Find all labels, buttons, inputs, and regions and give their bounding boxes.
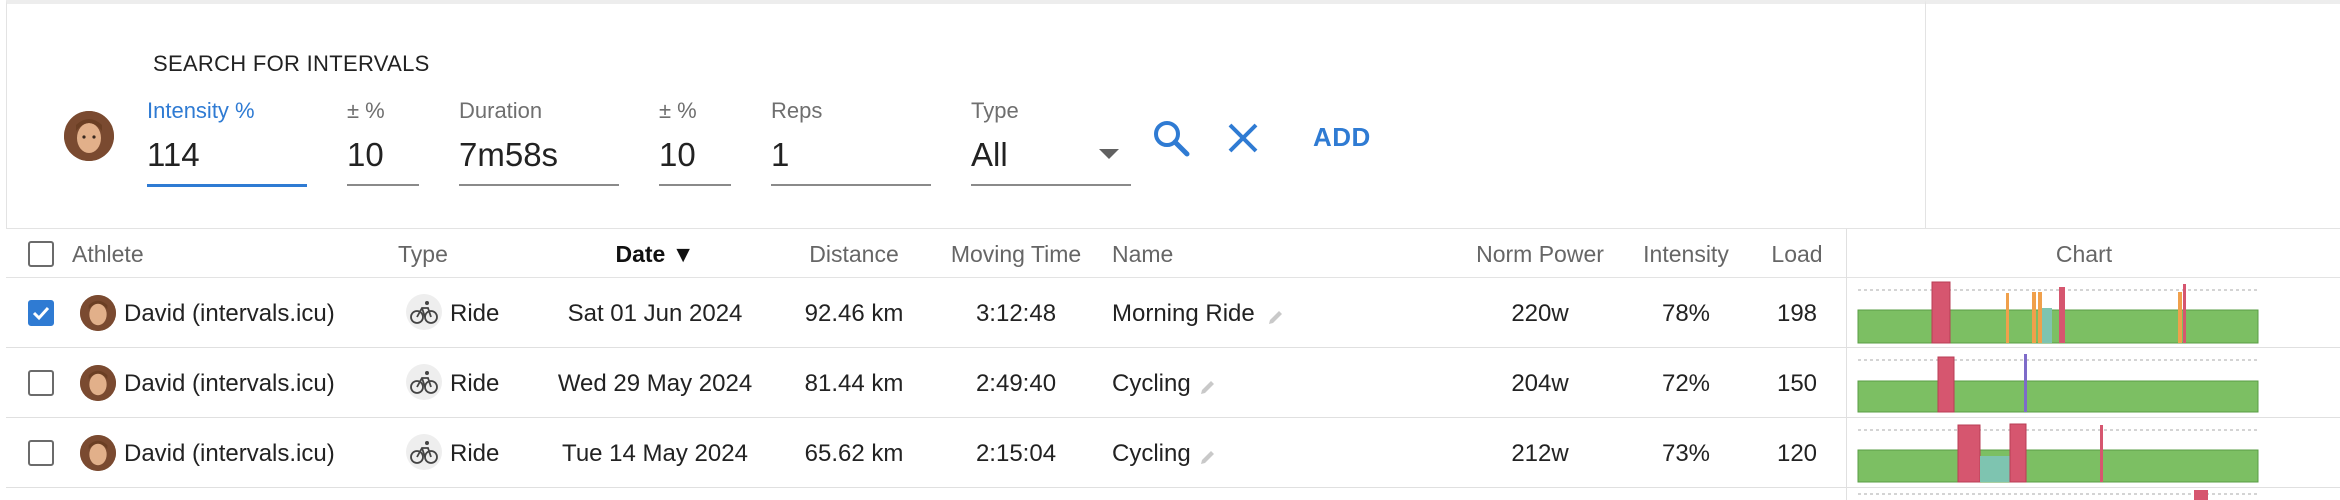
interval-chart[interactable] bbox=[1856, 418, 2276, 488]
activity-name[interactable]: Cycling bbox=[1112, 440, 1191, 468]
col-norm-power[interactable]: Norm Power bbox=[1476, 241, 1604, 268]
norm-power: 204w bbox=[1511, 370, 1569, 397]
bike-icon bbox=[406, 364, 442, 400]
norm-power: 220w bbox=[1511, 300, 1569, 327]
athlete-avatar bbox=[80, 365, 116, 401]
intervals-page: SEARCH FOR INTERVALS Intensity % 114 ± %… bbox=[0, 0, 2340, 500]
table-row[interactable]: David (intervals.icu) Ride Sat 01 Jun 20… bbox=[6, 278, 2340, 348]
athlete-avatar bbox=[80, 295, 116, 331]
activity-moving-time: 2:49:40 bbox=[975, 370, 1057, 397]
pencil-icon[interactable] bbox=[1198, 447, 1218, 467]
load: 120 bbox=[1776, 440, 1818, 467]
athlete-name[interactable]: David (intervals.icu) bbox=[124, 300, 335, 328]
table-row[interactable]: David (intervals.icu) Ride Tue 14 May 20… bbox=[6, 418, 2340, 488]
pencil-icon[interactable] bbox=[1266, 307, 1286, 327]
activity-name[interactable]: Cycling bbox=[1112, 370, 1191, 398]
athlete-avatar[interactable] bbox=[64, 111, 114, 161]
chevron-down-icon bbox=[1099, 149, 1119, 159]
pencil-icon[interactable] bbox=[1198, 377, 1218, 397]
col-load[interactable]: Load bbox=[1771, 241, 1822, 268]
load: 198 bbox=[1776, 300, 1818, 327]
interval-chart[interactable] bbox=[1856, 278, 2276, 348]
activity-moving-time: 2:15:04 bbox=[975, 440, 1057, 467]
intensity-field[interactable]: Intensity % 114 bbox=[147, 98, 307, 187]
col-type[interactable]: Type bbox=[398, 241, 448, 268]
type-select[interactable]: Type All bbox=[971, 98, 1131, 186]
side-panel bbox=[1926, 0, 2340, 228]
activity-type: Ride bbox=[450, 440, 500, 467]
col-athlete[interactable]: Athlete bbox=[72, 241, 144, 268]
activity-date: Tue 14 May 2024 bbox=[562, 440, 748, 467]
add-button[interactable]: ADD bbox=[1313, 122, 1371, 153]
reps-field[interactable]: Reps 1 bbox=[771, 98, 931, 186]
activity-distance: 65.62 km bbox=[804, 440, 904, 467]
duration-tolerance-field[interactable]: ± % 10 bbox=[659, 98, 731, 186]
activity-type: Ride bbox=[450, 300, 500, 327]
bike-icon bbox=[406, 434, 442, 470]
activity-name[interactable]: Morning Ride bbox=[1112, 300, 1255, 328]
bike-icon bbox=[406, 294, 442, 330]
col-moving-time[interactable]: Moving Time bbox=[951, 241, 1081, 268]
activity-distance: 81.44 km bbox=[804, 370, 904, 397]
row-checkbox[interactable] bbox=[28, 440, 54, 466]
table-row[interactable]: David (intervals.icu) Ride Wed 29 May 20… bbox=[6, 348, 2340, 418]
search-panel: SEARCH FOR INTERVALS Intensity % 114 ± %… bbox=[6, 0, 1926, 228]
table-row[interactable] bbox=[6, 488, 2340, 500]
col-intensity[interactable]: Intensity bbox=[1643, 241, 1729, 268]
col-date[interactable]: Date ▼ bbox=[615, 241, 694, 268]
athlete-name[interactable]: David (intervals.icu) bbox=[124, 440, 335, 468]
intensity: 73% bbox=[1661, 440, 1711, 467]
interval-chart[interactable] bbox=[1856, 488, 2276, 500]
activity-date: Wed 29 May 2024 bbox=[557, 370, 753, 397]
load: 150 bbox=[1776, 370, 1818, 397]
athlete-name[interactable]: David (intervals.icu) bbox=[124, 370, 335, 398]
norm-power: 212w bbox=[1511, 440, 1569, 467]
col-chart: Chart bbox=[2055, 241, 2113, 267]
activity-date: Sat 01 Jun 2024 bbox=[567, 300, 743, 327]
activity-type: Ride bbox=[450, 370, 500, 397]
intervals-table: Athlete Type Date ▼ Distance Moving Time… bbox=[6, 228, 2340, 500]
row-checkbox[interactable] bbox=[28, 300, 54, 326]
table-header: Athlete Type Date ▼ Distance Moving Time… bbox=[6, 228, 2340, 279]
athlete-avatar bbox=[80, 435, 116, 471]
intensity: 72% bbox=[1661, 370, 1711, 397]
duration-field[interactable]: Duration 7m58s bbox=[459, 98, 619, 186]
col-name[interactable]: Name bbox=[1112, 241, 1173, 268]
interval-chart[interactable] bbox=[1856, 348, 2276, 418]
activity-distance: 92.46 km bbox=[804, 300, 904, 327]
row-checkbox[interactable] bbox=[28, 370, 54, 396]
search-title: SEARCH FOR INTERVALS bbox=[153, 51, 430, 76]
col-distance[interactable]: Distance bbox=[809, 241, 898, 268]
close-icon[interactable] bbox=[1221, 116, 1265, 160]
intensity-tolerance-field[interactable]: ± % 10 bbox=[347, 98, 419, 186]
intensity: 78% bbox=[1661, 300, 1711, 327]
search-icon[interactable] bbox=[1149, 116, 1193, 160]
select-all-checkbox[interactable] bbox=[28, 241, 54, 267]
activity-moving-time: 3:12:48 bbox=[975, 300, 1057, 327]
